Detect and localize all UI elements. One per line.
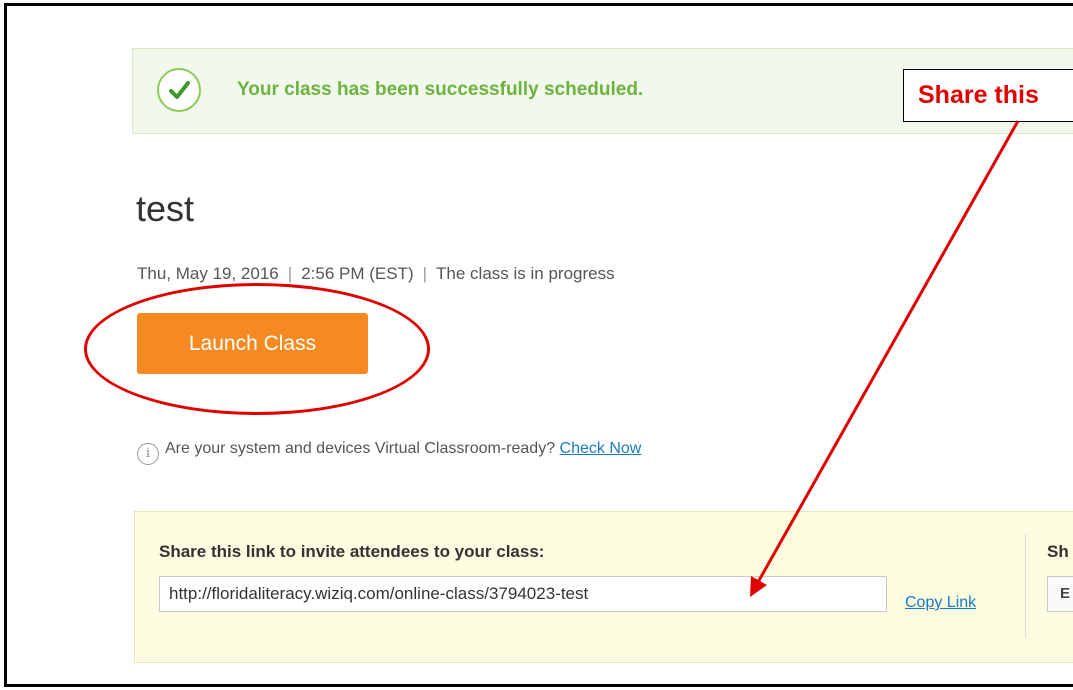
share-link-label: Share this link to invite attendees to y… xyxy=(159,542,545,561)
checkmark-icon xyxy=(157,68,201,112)
share-panel: Share this link to invite attendees to y… xyxy=(134,511,1073,663)
readiness-question: Are your system and devices Virtual Clas… xyxy=(165,440,556,457)
check-now-link[interactable]: Check Now xyxy=(560,440,642,457)
info-icon: i xyxy=(137,443,159,465)
annotation-callout: Share this xyxy=(903,69,1073,122)
share-secondary-button[interactable]: E xyxy=(1047,576,1073,612)
launch-class-button[interactable]: Launch Class xyxy=(137,313,368,374)
copy-link-button[interactable]: Copy Link xyxy=(905,594,976,612)
panel-divider xyxy=(1025,534,1026,638)
class-status: The class is in progress xyxy=(436,264,615,283)
readiness-row: i Are your system and devices Virtual Cla… xyxy=(137,440,641,465)
share-secondary-label: Sh xyxy=(1047,542,1069,561)
meta-separator: | xyxy=(422,264,428,283)
success-message: Your class has been successfully schedul… xyxy=(237,79,644,100)
class-date: Thu, May 19, 2016 xyxy=(137,264,279,283)
meta-separator: | xyxy=(287,264,293,283)
share-url-field[interactable] xyxy=(159,576,887,612)
class-meta: Thu, May 19, 2016 | 2:56 PM (EST) | The clas… xyxy=(137,264,615,284)
class-title: test xyxy=(136,188,195,229)
class-time: 2:56 PM (EST) xyxy=(301,264,414,283)
